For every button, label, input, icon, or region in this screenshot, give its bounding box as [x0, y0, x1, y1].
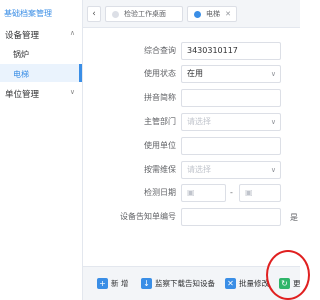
sidebar-group-equipment[interactable]: 设备管理 ∧ — [0, 25, 83, 43]
sidebar: 基础档案管理 设备管理 ∧ 锅炉 电梯 单位管理 ∨ — [0, 0, 83, 300]
field-label: 使用状态 — [144, 69, 176, 78]
field-label: 检测日期 — [144, 188, 176, 197]
chevron-down-icon: ∨ — [270, 166, 276, 174]
field-label: 主管部门 — [144, 117, 176, 126]
field-label: 综合查询 — [144, 46, 176, 55]
date-range-separator: - — [230, 188, 233, 197]
tab-bar: ‹ 检验工作桌面 电梯 ✕ — [83, 0, 300, 28]
sidebar-group-units[interactable]: 单位管理 ∨ — [0, 84, 83, 102]
sidebar-item-boiler[interactable]: 锅炉 — [0, 44, 82, 62]
sidebar-item-elevator[interactable]: 电梯 — [0, 64, 82, 82]
sidebar-section-title[interactable]: 基础档案管理 — [0, 0, 83, 24]
inspection-date-start[interactable]: ▣ — [181, 184, 226, 202]
sidebar-group-label: 单位管理 — [5, 90, 40, 100]
inspection-date-end[interactable]: ▣ — [239, 184, 281, 202]
truncated-field-label: 是 — [290, 213, 298, 222]
notice-number-input[interactable] — [181, 208, 281, 226]
field-label: 按需维保 — [144, 165, 176, 174]
field-label: 拼音简称 — [144, 93, 176, 102]
plus-icon: + — [97, 278, 108, 289]
tab-inspection-desktop[interactable]: 检验工作桌面 — [105, 6, 183, 22]
tools-icon: ✕ — [225, 278, 236, 289]
field-label: 设备告知单编号 — [120, 212, 176, 221]
download-icon: ↓ — [141, 278, 152, 289]
usage-status-select[interactable]: 在用 ∨ — [181, 65, 281, 83]
tab-status-dot-icon — [112, 11, 119, 18]
supervisor-dept-select[interactable]: 请选择 ∨ — [181, 113, 281, 131]
calendar-icon: ▣ — [187, 188, 195, 197]
close-icon[interactable]: ✕ — [225, 7, 231, 21]
tab-status-dot-icon — [194, 11, 201, 18]
calendar-icon: ▣ — [245, 188, 253, 197]
tab-scroll-left-button[interactable]: ‹ — [87, 6, 101, 22]
sidebar-item-label: 锅炉 — [13, 50, 29, 59]
pinyin-abbr-input[interactable] — [181, 89, 281, 107]
sidebar-item-label: 电梯 — [13, 70, 29, 79]
user-unit-input[interactable] — [181, 137, 281, 155]
chevron-up-icon: ∧ — [69, 29, 75, 37]
sidebar-group-label: 设备管理 — [5, 31, 40, 41]
tab-elevator[interactable]: 电梯 ✕ — [187, 6, 237, 22]
on-demand-maintenance-select[interactable]: 请选择 ∨ — [181, 161, 281, 179]
field-label: 使用单位 — [144, 141, 176, 150]
chevron-down-icon: ∨ — [270, 70, 276, 78]
chevron-down-icon: ∨ — [270, 118, 276, 126]
comprehensive-query-input[interactable]: 3430310117 — [181, 42, 281, 60]
annotation-circle — [266, 250, 310, 300]
chevron-down-icon: ∨ — [69, 88, 75, 96]
